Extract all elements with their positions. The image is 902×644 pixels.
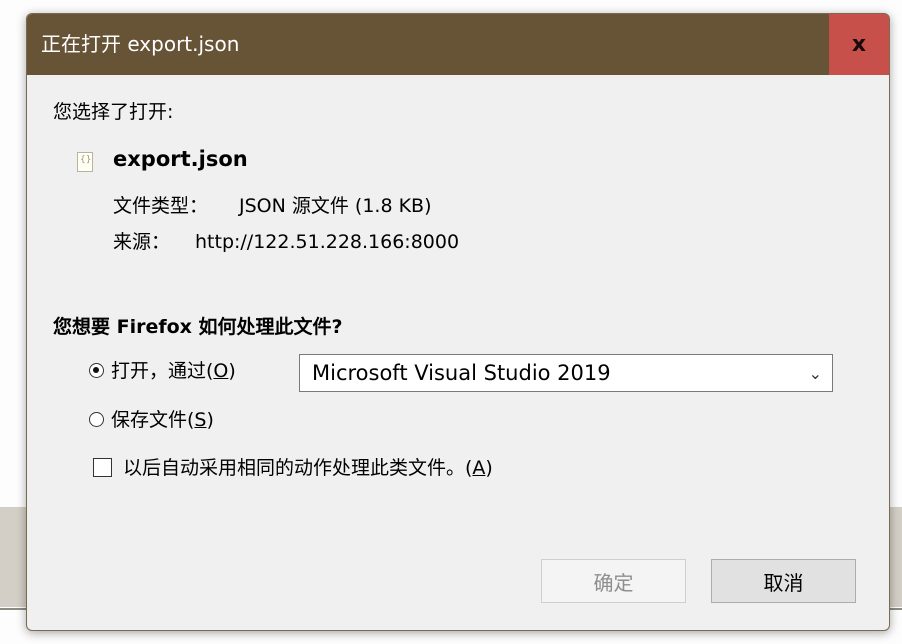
cancel-button[interactable]: 取消	[711, 559, 856, 603]
close-button[interactable]: x	[829, 14, 889, 75]
file-type-value: JSON 源文件 (1.8 KB)	[239, 195, 432, 217]
chevron-down-icon: ⌄	[808, 364, 822, 383]
remember-choice-label[interactable]: 以后自动采用相同的动作处理此类文件。(A)	[123, 456, 493, 480]
question-heading: 您想要 Firefox 如何处理此文件?	[53, 316, 343, 338]
application-select[interactable]: Microsoft Visual Studio 2019 ⌄	[299, 354, 833, 392]
close-icon: x	[851, 32, 867, 57]
remember-choice-text: 以后自动采用相同的动作处理此类文件。(	[123, 457, 473, 479]
file-source-label: 来源：	[113, 231, 171, 253]
open-with-text-end: )	[228, 360, 236, 382]
application-select-value: Microsoft Visual Studio 2019	[312, 361, 611, 385]
open-with-radio[interactable]	[89, 363, 104, 378]
file-source-value: http://122.51.228.166:8000	[195, 231, 460, 253]
file-name: export.json	[113, 147, 248, 171]
save-file-text-end: )	[206, 409, 214, 431]
remember-choice-accesskey: A	[472, 457, 486, 479]
open-file-dialog: 正在打开 export.json x 您选择了打开: {} export.jso…	[26, 13, 890, 631]
dialog-title: 正在打开 export.json	[41, 32, 240, 56]
json-file-icon: {}	[77, 152, 93, 172]
open-with-label[interactable]: 打开，通过(O)	[111, 359, 236, 383]
save-file-accesskey: S	[194, 409, 207, 431]
intro-text: 您选择了打开:	[53, 101, 174, 123]
open-with-accesskey: O	[213, 360, 229, 382]
save-file-text: 保存文件(	[111, 409, 195, 431]
save-file-label[interactable]: 保存文件(S)	[111, 408, 214, 432]
save-file-radio[interactable]	[89, 412, 104, 427]
ok-button[interactable]: 确定	[541, 559, 686, 603]
open-with-text: 打开，通过(	[111, 360, 214, 382]
remember-choice-checkbox[interactable]	[93, 458, 112, 477]
remember-choice-text-end: )	[485, 457, 493, 479]
file-type-label: 文件类型：	[113, 195, 209, 217]
dialog-titlebar[interactable]: 正在打开 export.json x	[27, 14, 889, 75]
